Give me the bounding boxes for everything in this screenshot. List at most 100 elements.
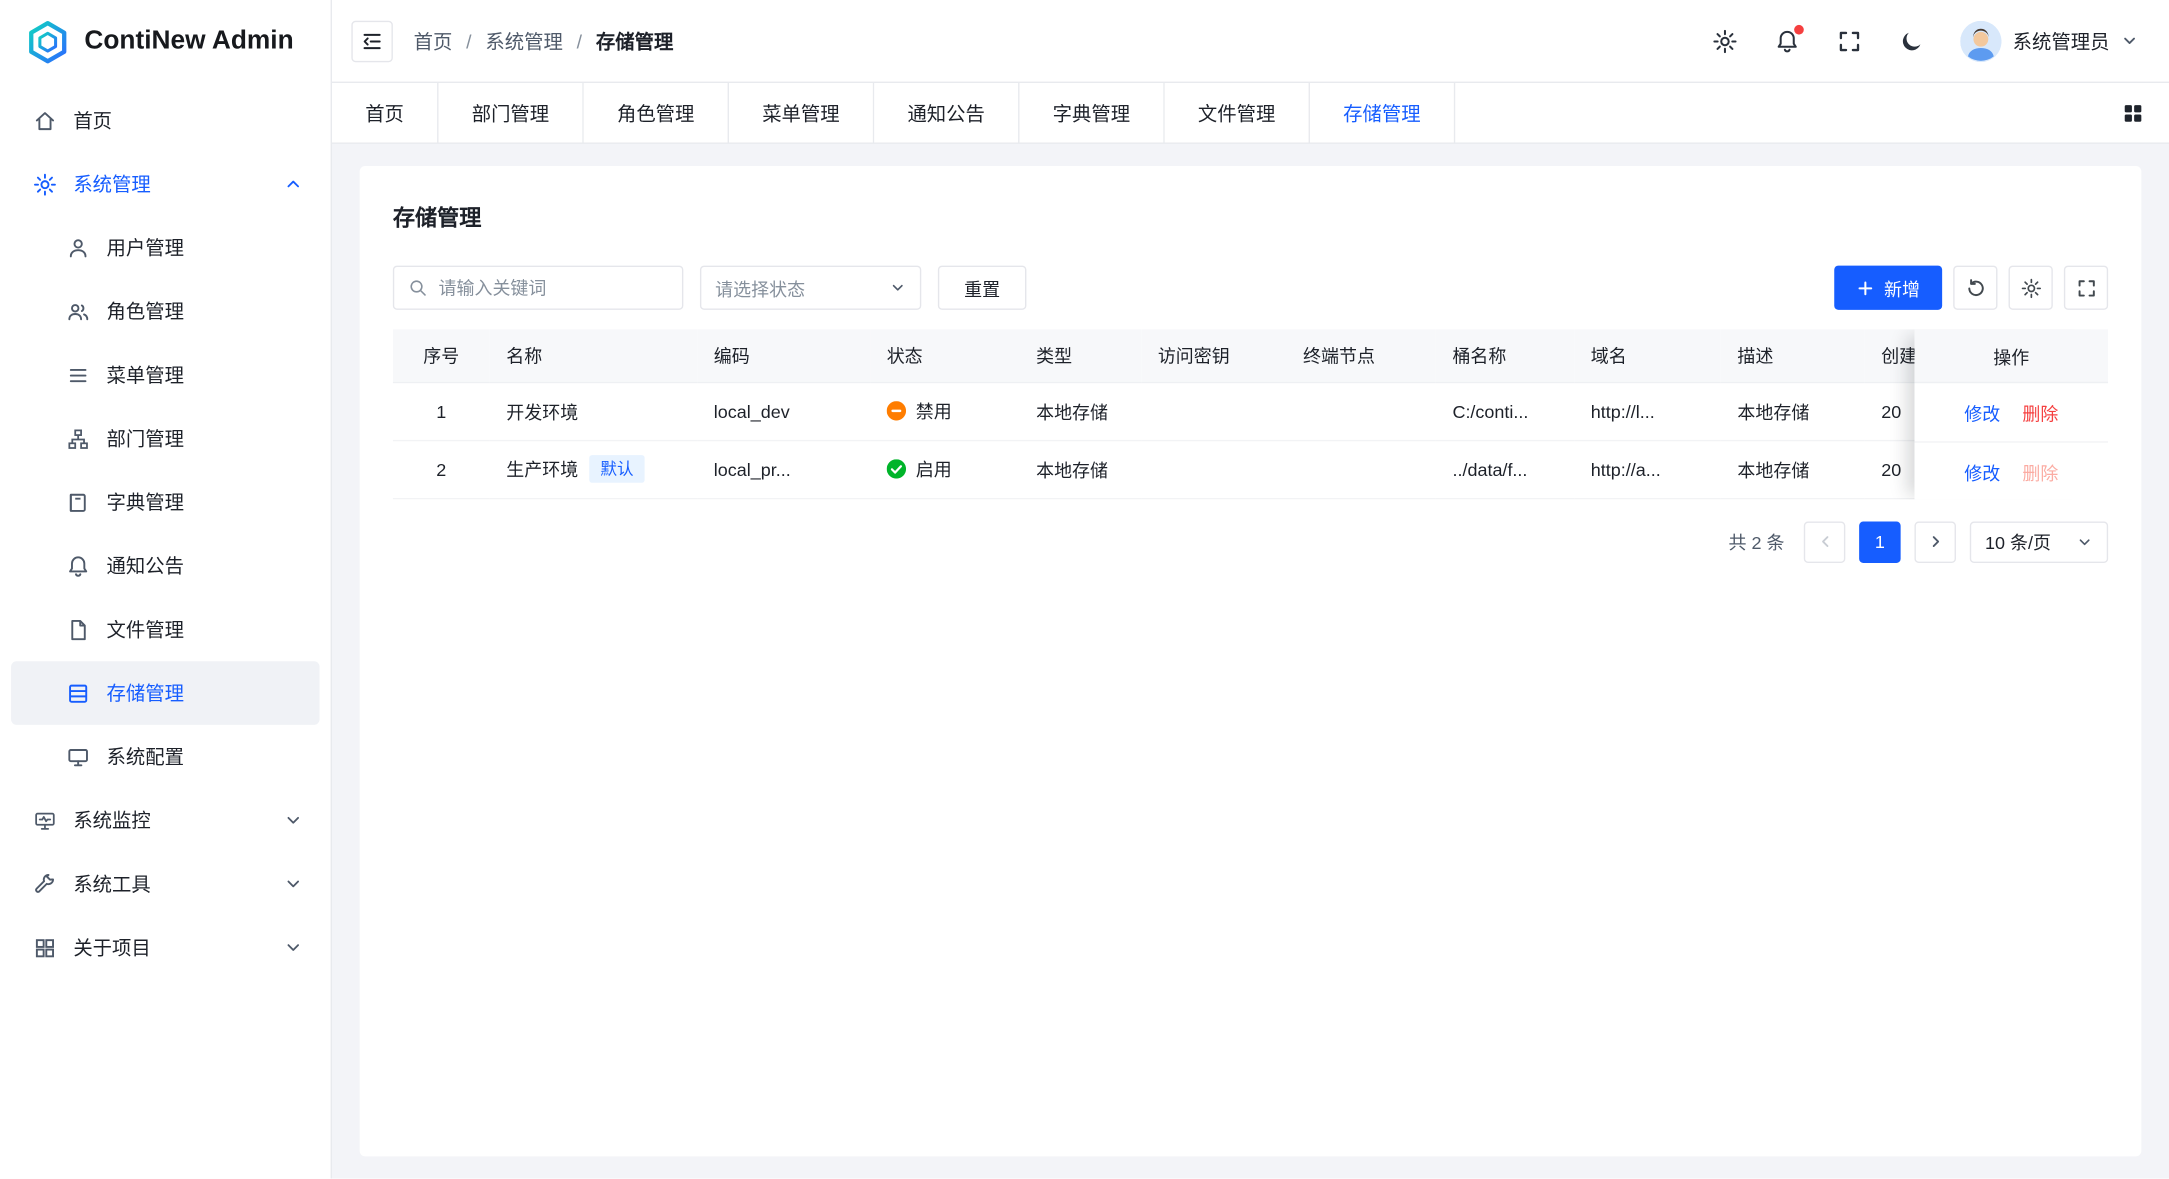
page-title: 存储管理: [393, 199, 2108, 232]
chevron-down-icon: [284, 811, 303, 830]
column-header-operation: 操作: [1914, 329, 2108, 383]
storage-table: 序号 名称 编码 状态 类型 访问密钥 终端节点 桶名称 域名 描述 创建时间: [393, 329, 2108, 498]
breadcrumb-separator: /: [466, 30, 471, 52]
cell-access-key: [1141, 382, 1286, 440]
layout-grid-icon[interactable]: [2097, 83, 2169, 142]
sidebar-item-system-config[interactable]: 系统配置: [11, 725, 319, 789]
cell-description: 本地存储: [1721, 440, 1865, 498]
operation-cell: 修改 删除: [1914, 443, 2108, 499]
tab-storage-management[interactable]: 存储管理: [1310, 83, 1455, 142]
sidebar-item-label: 首页: [73, 107, 303, 135]
avatar: [1960, 20, 2001, 61]
page-1-button[interactable]: 1: [1859, 521, 1900, 562]
breadcrumb-item-system-management[interactable]: 系统管理: [485, 27, 562, 55]
tab-label: 菜单管理: [762, 99, 839, 127]
sidebar-item-user-management[interactable]: 用户管理: [11, 216, 319, 280]
settings-icon[interactable]: [1711, 27, 1739, 55]
sidebar-item-label: 角色管理: [107, 297, 303, 325]
app-logo-icon: [25, 19, 71, 65]
tab-label: 字典管理: [1053, 99, 1130, 127]
users-icon: [66, 299, 90, 323]
chevron-down-icon: [284, 874, 303, 893]
cell-domain: http://a...: [1574, 440, 1721, 498]
sidebar-item-label: 菜单管理: [107, 361, 303, 389]
tab-notice[interactable]: 通知公告: [874, 83, 1019, 142]
chevron-down-icon: [889, 279, 906, 296]
reset-button[interactable]: 重置: [938, 266, 1027, 310]
tab-home[interactable]: 首页: [332, 83, 439, 142]
prev-page-button[interactable]: [1804, 521, 1845, 562]
page-size-value: 10 条/页: [1985, 528, 2051, 554]
sidebar-item-system-monitor[interactable]: 系统监控: [11, 788, 319, 852]
notifications-icon[interactable]: [1773, 27, 1801, 55]
table-fullscreen-icon[interactable]: [2064, 266, 2108, 310]
cell-bucket: ../data/f...: [1436, 440, 1574, 498]
sidebar-item-menu-management[interactable]: 菜单管理: [11, 343, 319, 407]
column-header-type: 类型: [1019, 329, 1141, 382]
tab-label: 文件管理: [1198, 99, 1275, 127]
fullscreen-icon[interactable]: [1836, 27, 1864, 55]
cell-index: 2: [393, 440, 490, 498]
sidebar-item-about-project[interactable]: 关于项目: [11, 916, 319, 980]
chevron-down-icon: [2121, 32, 2139, 50]
sidebar-item-department-management[interactable]: 部门管理: [11, 407, 319, 471]
delete-link[interactable]: 删除: [2022, 399, 2058, 425]
add-button[interactable]: 新增: [1834, 266, 1942, 310]
sidebar-item-label: 通知公告: [107, 552, 303, 580]
page-content: 存储管理 请选择状态 重置: [332, 144, 2169, 1179]
tab-menu-management[interactable]: 菜单管理: [729, 83, 874, 142]
operation-column: 操作 修改 删除 修改 删除: [1914, 329, 2108, 498]
user-icon: [66, 236, 90, 260]
chevron-down-icon: [2076, 533, 2093, 550]
sidebar-item-system-tools[interactable]: 系统工具: [11, 852, 319, 916]
user-menu[interactable]: 系统管理员: [1960, 20, 2138, 61]
brand[interactable]: ContiNew Admin: [0, 0, 331, 83]
dark-mode-icon[interactable]: [1898, 27, 1926, 55]
cell-index: 1: [393, 382, 490, 440]
cell-name: 开发环境: [490, 382, 697, 440]
default-badge: 默认: [589, 455, 644, 483]
pagination: 共 2 条 1 10 条/页: [393, 521, 2108, 562]
cell-name: 生产环境默认: [490, 440, 697, 498]
menu-list-icon: [66, 363, 90, 387]
table-settings-icon[interactable]: [2009, 266, 2053, 310]
sidebar-item-file-management[interactable]: 文件管理: [11, 598, 319, 662]
tab-bar: 首页 部门管理 角色管理 菜单管理 通知公告 字典管理 文件管理 存储管理: [332, 83, 2169, 144]
file-icon: [66, 618, 90, 642]
edit-link[interactable]: 修改: [1964, 459, 2000, 485]
header: 首页 / 系统管理 / 存储管理: [332, 0, 2169, 83]
edit-link[interactable]: 修改: [1964, 399, 2000, 425]
status-select[interactable]: 请选择状态: [700, 266, 921, 310]
cell-type: 本地存储: [1019, 382, 1141, 440]
sidebar-item-system-management[interactable]: 系统管理: [11, 152, 319, 216]
search-icon: [408, 278, 427, 297]
tab-file-management[interactable]: 文件管理: [1165, 83, 1310, 142]
refresh-icon[interactable]: [1953, 266, 1997, 310]
search-input[interactable]: [439, 277, 669, 298]
sidebar-item-label: 字典管理: [107, 488, 303, 516]
table-header-row: 序号 名称 编码 状态 类型 访问密钥 终端节点 桶名称 域名 描述 创建时间: [393, 329, 2072, 382]
cell-endpoint: [1286, 382, 1435, 440]
sidebar-item-notice[interactable]: 通知公告: [11, 534, 319, 598]
sidebar-collapse-button[interactable]: [351, 20, 392, 61]
breadcrumb-item-home[interactable]: 首页: [414, 27, 453, 55]
tab-label: 角色管理: [617, 99, 694, 127]
storage-icon: [66, 681, 90, 705]
page-size-select[interactable]: 10 条/页: [1970, 521, 2108, 562]
breadcrumb-separator: /: [577, 30, 582, 52]
table-row: 1 开发环境 local_dev 禁用: [393, 382, 2072, 440]
sidebar-item-dictionary-management[interactable]: 字典管理: [11, 470, 319, 534]
tab-role-management[interactable]: 角色管理: [584, 83, 729, 142]
sidebar-item-role-management[interactable]: 角色管理: [11, 279, 319, 343]
cell-access-key: [1141, 440, 1286, 498]
tab-dictionary-management[interactable]: 字典管理: [1019, 83, 1164, 142]
table-row: 2 生产环境默认 local_pr...: [393, 440, 2072, 498]
cell-type: 本地存储: [1019, 440, 1141, 498]
cell-status: 禁用: [870, 382, 1019, 440]
breadcrumb-item-current: 存储管理: [596, 27, 673, 55]
tab-department-management[interactable]: 部门管理: [439, 83, 584, 142]
next-page-button[interactable]: [1914, 521, 1955, 562]
sidebar-item-storage-management[interactable]: 存储管理: [11, 661, 319, 725]
sidebar-item-home[interactable]: 首页: [11, 89, 319, 153]
cell-bucket: C:/conti...: [1436, 382, 1574, 440]
